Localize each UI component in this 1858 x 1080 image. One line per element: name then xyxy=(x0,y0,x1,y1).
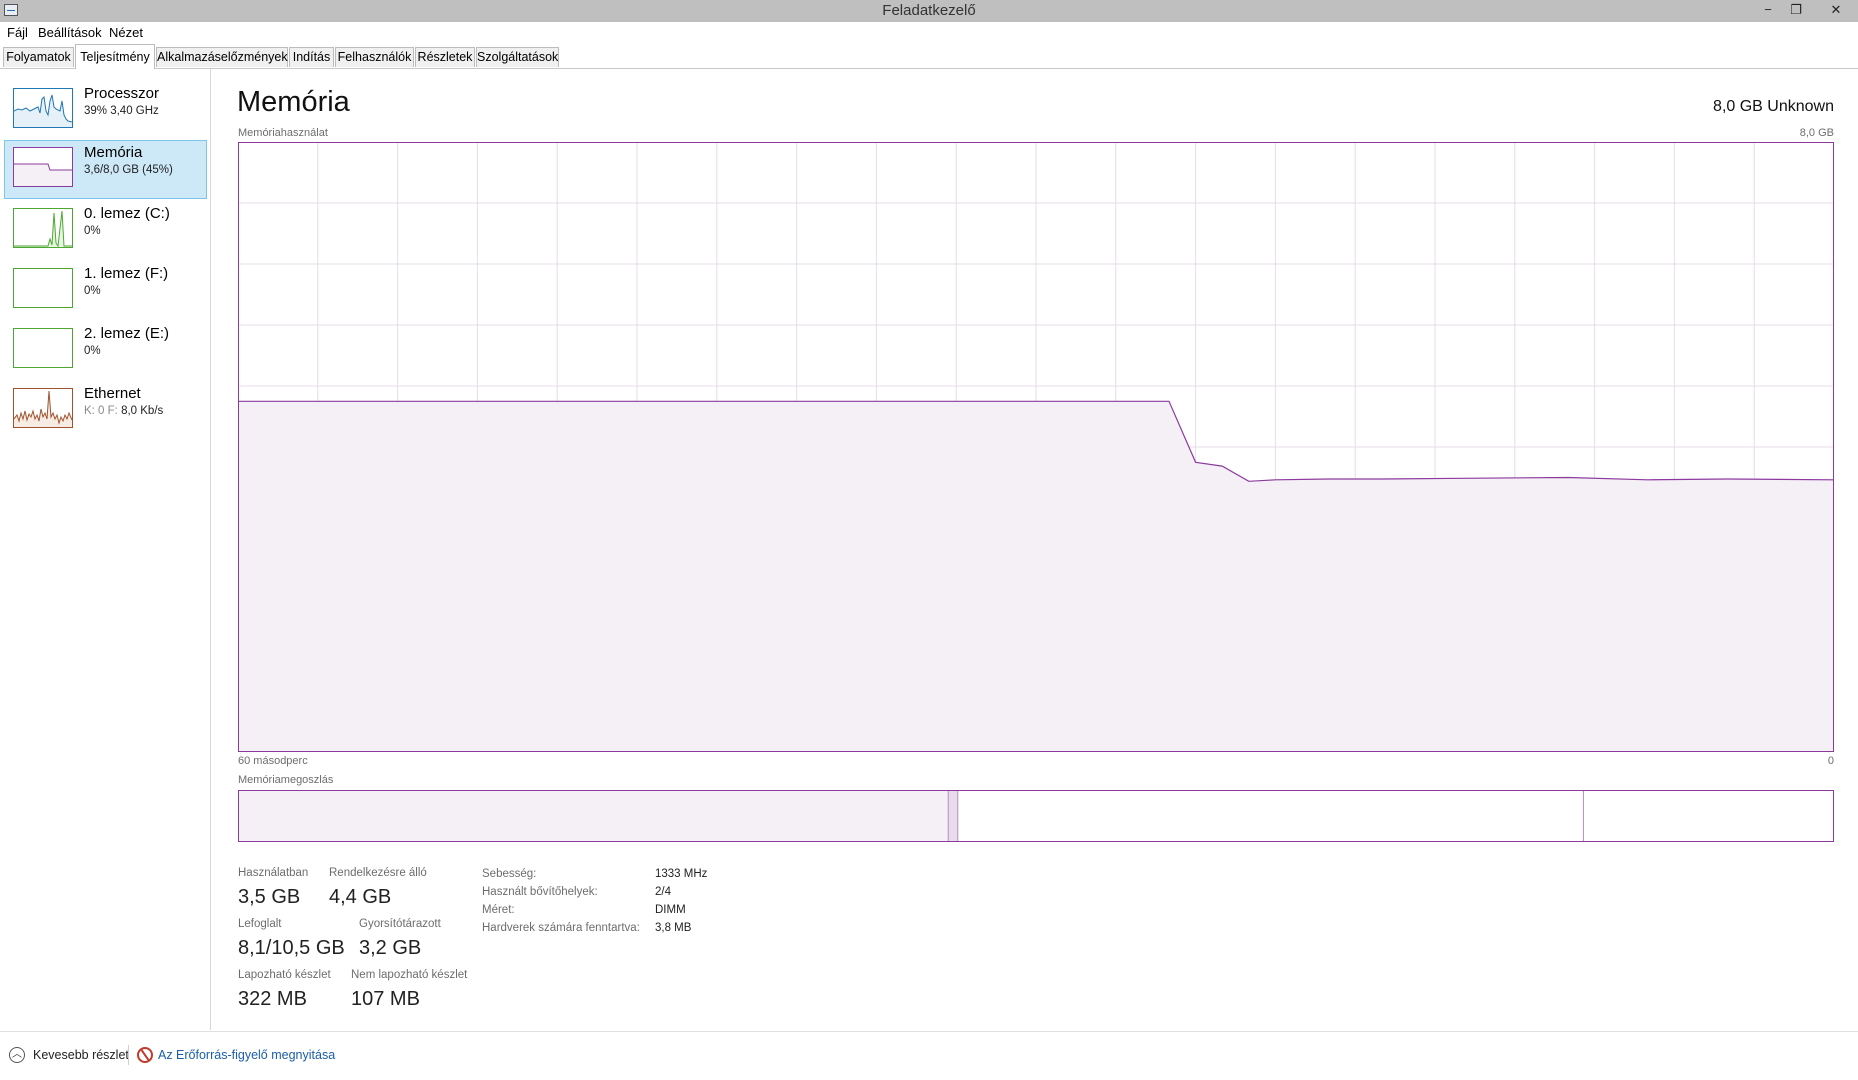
resource-list: Processzor 39% 3,40 GHz Memória 3,6/8,0 … xyxy=(0,69,211,1030)
tab-app-history[interactable]: Alkalmazáselőzmények xyxy=(156,47,288,67)
menu-view[interactable]: Nézet xyxy=(109,25,143,40)
memory-capacity: 8,0 GB Unknown xyxy=(1713,98,1834,115)
memory-composition-bar xyxy=(238,790,1834,842)
form-factor-value: DIMM xyxy=(655,904,686,916)
resource-monitor-icon xyxy=(137,1047,153,1063)
sidebar-item-ethernet[interactable]: Ethernet K: 0 F: 8,0 Kb/s xyxy=(4,381,207,440)
composition-segment-in-use xyxy=(238,790,949,842)
paged-pool-label: Lapozható készlet xyxy=(238,969,331,981)
tab-users[interactable]: Felhasználók xyxy=(335,47,414,67)
in-use-label: Használatban xyxy=(238,867,309,879)
cpu-sparkline xyxy=(14,94,72,127)
slots-value: 2/4 xyxy=(655,886,671,898)
composition-segment-free xyxy=(1583,790,1834,842)
close-button[interactable]: ✕ xyxy=(1822,0,1850,22)
sidebar-item-label: Processzor xyxy=(84,85,160,102)
nonpaged-pool-label: Nem lapozható készlet xyxy=(351,969,468,981)
available-value: 4,4 GB xyxy=(329,886,392,908)
sidebar-item-label: Memória xyxy=(84,144,143,161)
page-title: Memória xyxy=(237,86,350,118)
sidebar-item-label: Ethernet xyxy=(84,385,141,402)
time-axis-start: 60 másodperc xyxy=(238,755,308,767)
composition-segment-modified xyxy=(948,790,958,842)
tab-processes[interactable]: Folyamatok xyxy=(3,47,74,67)
footer-separator xyxy=(128,1045,129,1065)
sidebar-item-value: 0% xyxy=(84,345,101,357)
tab-details[interactable]: Részletek xyxy=(415,47,475,67)
menu-bar: Fájl Beállítások Nézet xyxy=(0,22,1858,42)
ethernet-thumbnail xyxy=(13,388,73,428)
nonpaged-pool-value: 107 MB xyxy=(351,988,420,1010)
hardware-reserved-value: 3,8 MB xyxy=(655,922,692,934)
minimize-button[interactable]: − xyxy=(1754,0,1782,22)
in-use-value: 3,5 GB xyxy=(238,886,301,908)
sidebar-item-value: 3,6/8,0 GB (45%) xyxy=(84,164,173,176)
available-label: Rendelkezésre álló xyxy=(329,867,427,879)
disk-c-thumbnail xyxy=(13,208,73,248)
usage-chart-max: 8,0 GB xyxy=(1799,127,1834,139)
sidebar-item-label: 1. lemez (F:) xyxy=(84,265,169,282)
tab-bar: Folyamatok Teljesítmény Alkalmazáselőzmé… xyxy=(0,44,1858,69)
open-resource-monitor-link[interactable]: Az Erőforrás-figyelő megnyitása xyxy=(158,1048,335,1062)
sidebar-item-value: 0% xyxy=(84,285,101,297)
disk-e-thumbnail xyxy=(13,328,73,368)
sidebar-item-disk-e[interactable]: 2. lemez (E:) 0% xyxy=(4,321,207,380)
hardware-reserved-label: Hardverek számára fenntartva: xyxy=(482,922,640,934)
sidebar-item-label: 2. lemez (E:) xyxy=(84,325,170,342)
window-title: Feladatkezelő xyxy=(882,2,976,19)
fewer-details-button[interactable]: Kevesebb részlet xyxy=(33,1048,129,1062)
disk-c-sparkline xyxy=(14,210,72,247)
title-bar: Feladatkezelő − ❐ ✕ xyxy=(0,0,1858,22)
sidebar-item-value: K: 0 F: 8,0 Kb/s xyxy=(84,405,163,417)
sidebar-item-memory[interactable]: Memória 3,6/8,0 GB (45%) xyxy=(4,140,207,199)
composition-label: Memóriamegoszlás xyxy=(238,774,334,786)
tab-performance[interactable]: Teljesítmény xyxy=(75,44,155,69)
sidebar-item-disk-f[interactable]: 1. lemez (F:) 0% xyxy=(4,261,207,320)
tab-startup[interactable]: Indítás xyxy=(289,47,334,67)
disk-f-thumbnail xyxy=(13,268,73,308)
tab-services[interactable]: Szolgáltatások xyxy=(476,47,559,67)
ethernet-sparkline xyxy=(14,390,72,427)
time-axis-end: 0 xyxy=(1827,755,1834,767)
committed-label: Lefoglalt xyxy=(238,918,282,930)
sidebar-item-disk-c[interactable]: 0. lemez (C:) 0% xyxy=(4,201,207,260)
usage-chart-label: Memóriahasználat xyxy=(238,127,328,139)
chevron-up-icon[interactable]: ︿ xyxy=(9,1047,25,1063)
cached-value: 3,2 GB xyxy=(359,937,422,959)
restore-button[interactable]: ❐ xyxy=(1782,0,1810,22)
slots-label: Használt bővítőhelyek: xyxy=(482,886,598,898)
speed-label: Sebesség: xyxy=(482,868,537,880)
ethernet-send-receive-label: K: 0 F: xyxy=(84,405,118,417)
menu-file[interactable]: Fájl xyxy=(7,25,28,40)
composition-segment-standby xyxy=(957,790,1584,842)
committed-value: 8,1/10,5 GB xyxy=(238,937,345,959)
footer-divider xyxy=(0,1031,1858,1032)
sidebar-item-label: 0. lemez (C:) xyxy=(84,205,170,222)
form-factor-label: Méret: xyxy=(482,904,515,916)
cpu-thumbnail xyxy=(13,88,73,128)
memory-usage-chart xyxy=(238,142,1834,752)
ethernet-throughput: 8,0 Kb/s xyxy=(121,405,164,417)
sidebar-item-value: 0% xyxy=(84,225,101,237)
memory-thumbnail xyxy=(13,147,73,187)
sidebar-item-cpu[interactable]: Processzor 39% 3,40 GHz xyxy=(4,81,207,140)
memory-sparkline xyxy=(14,163,72,186)
cached-label: Gyorsítótárazott xyxy=(359,918,441,930)
paged-pool-value: 322 MB xyxy=(238,988,307,1010)
speed-value: 1333 MHz xyxy=(655,868,708,880)
menu-settings[interactable]: Beállítások xyxy=(38,25,102,40)
sidebar-item-value: 39% 3,40 GHz xyxy=(84,105,159,117)
